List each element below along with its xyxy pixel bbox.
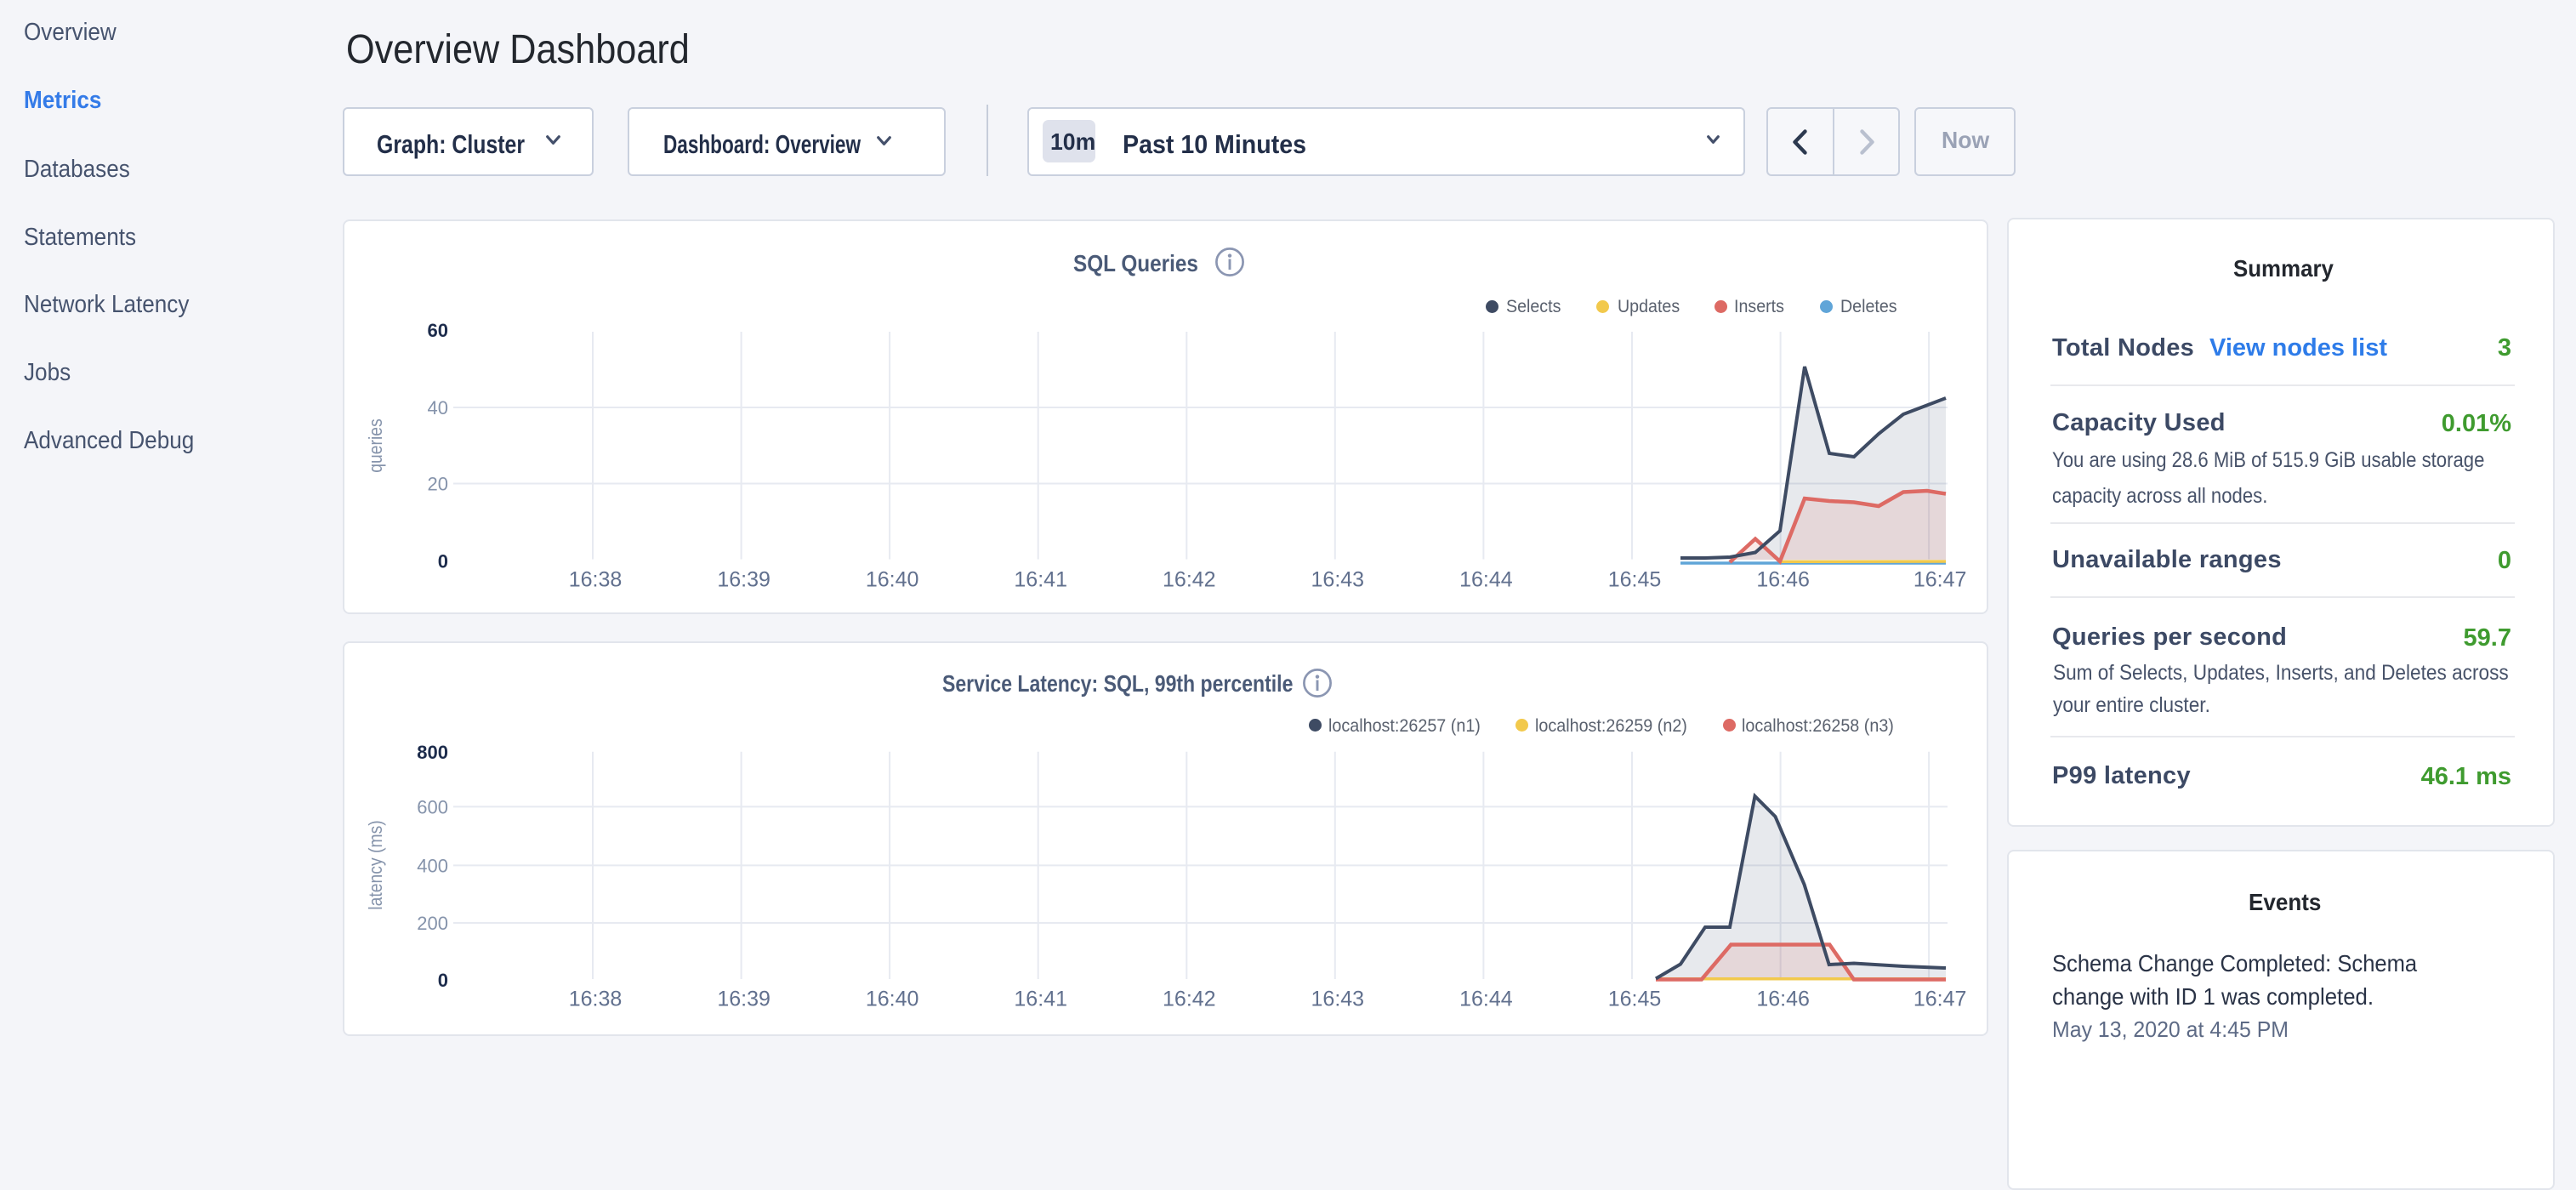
svg-text:16:45: 16:45	[1608, 568, 1662, 592]
svg-text:queries: queries	[366, 418, 386, 472]
svg-text:16:43: 16:43	[1311, 988, 1365, 1011]
svg-text:16:40: 16:40	[866, 568, 919, 592]
svg-text:16:44: 16:44	[1459, 568, 1513, 592]
svg-text:16:41: 16:41	[1014, 568, 1067, 592]
svg-text:40: 40	[428, 397, 448, 418]
svg-text:16:42: 16:42	[1163, 988, 1216, 1011]
svg-text:16:45: 16:45	[1608, 988, 1662, 1011]
svg-text:0: 0	[438, 551, 448, 572]
svg-text:16:41: 16:41	[1014, 988, 1067, 1011]
svg-text:0: 0	[438, 970, 448, 991]
svg-text:20: 20	[428, 474, 448, 495]
svg-text:16:47: 16:47	[1914, 988, 1967, 1011]
svg-text:16:39: 16:39	[717, 568, 771, 592]
svg-text:16:38: 16:38	[569, 988, 623, 1011]
svg-text:16:39: 16:39	[717, 988, 771, 1011]
svg-text:16:46: 16:46	[1756, 568, 1810, 592]
svg-text:16:46: 16:46	[1756, 988, 1810, 1011]
svg-text:600: 600	[417, 796, 448, 817]
svg-text:60: 60	[428, 320, 448, 341]
svg-text:200: 200	[417, 913, 448, 934]
svg-text:16:40: 16:40	[866, 988, 919, 1011]
svg-text:16:47: 16:47	[1914, 568, 1967, 592]
svg-text:16:43: 16:43	[1311, 568, 1365, 592]
svg-text:800: 800	[417, 742, 448, 763]
svg-text:16:42: 16:42	[1163, 568, 1216, 592]
svg-text:16:44: 16:44	[1459, 988, 1513, 1011]
svg-text:latency (ms): latency (ms)	[366, 820, 386, 909]
svg-text:400: 400	[417, 855, 448, 876]
svg-text:16:38: 16:38	[569, 568, 623, 592]
